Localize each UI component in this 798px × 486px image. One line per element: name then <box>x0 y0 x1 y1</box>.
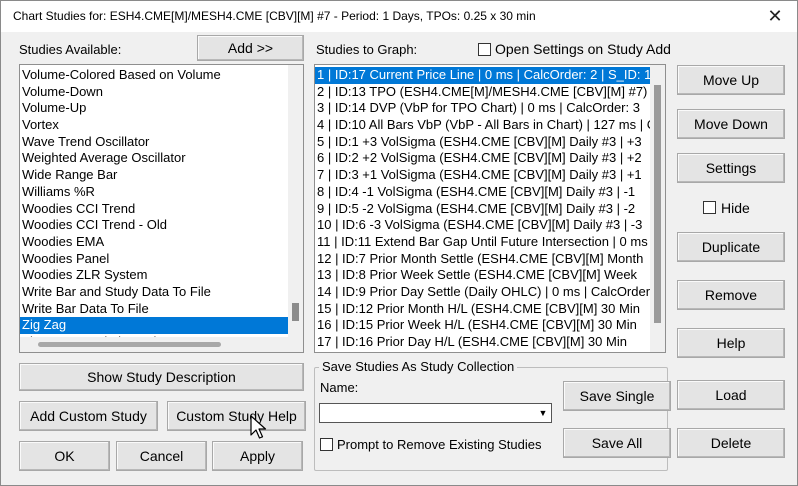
studies-to-graph-list-item[interactable]: 14 | ID:9 Prior Day Settle (Daily OHLC) … <box>315 284 652 301</box>
studies-to-graph-list-item[interactable]: 2 | ID:13 TPO (ESH4.CME[M]/MESH4.CME [CB… <box>315 84 652 101</box>
save-collection-title: Save Studies As Study Collection <box>319 359 518 374</box>
save-single-button[interactable]: Save Single <box>563 381 671 411</box>
studies-to-graph-list-item[interactable]: 15 | ID:12 Prior Month H/L (ESH4.CME [CB… <box>315 301 652 318</box>
collection-name-combo[interactable]: ▼ <box>319 403 552 423</box>
studies-available-list-item[interactable]: Zig Zag <box>20 317 288 334</box>
studies-to-graph-list-item[interactable]: 10 | ID:6 -3 VolSigma (ESH4.CME [CBV][M]… <box>315 217 652 234</box>
vscroll-thumb[interactable] <box>292 303 299 321</box>
studies-to-graph-list[interactable]: 1 | ID:17 Current Price Line | 0 ms | Ca… <box>314 64 666 353</box>
studies-available-list[interactable]: Volume-Colored Based on Volume Volume-Dow… <box>19 64 304 353</box>
studies-available-list-item[interactable]: Wave Trend Oscillator <box>20 134 288 151</box>
studies-available-list-item[interactable]: Woodies Panel <box>20 251 288 268</box>
help-button[interactable]: Help <box>677 328 785 358</box>
studies-to-graph-list-item[interactable]: 4 | ID:10 All Bars VbP (VbP - All Bars i… <box>315 117 656 134</box>
studies-to-graph-list-item[interactable]: 8 | ID:4 -1 VolSigma (ESH4.CME [CBV][M] … <box>315 184 652 201</box>
studies-to-graph-label: Studies to Graph: <box>316 42 418 57</box>
studies-to-graph-list-item[interactable]: 11 | ID:11 Extend Bar Gap Until Future I… <box>315 234 652 251</box>
prompt-remove-label: Prompt to Remove Existing Studies <box>337 437 542 452</box>
studies-available-list-item[interactable]: Vortex <box>20 117 288 134</box>
studies-to-graph-vscrollbar[interactable] <box>650 65 665 352</box>
show-study-description-button[interactable]: Show Study Description <box>19 363 304 391</box>
studies-to-graph-list-item[interactable]: 13 | ID:8 Prior Week Settle (ESH4.CME [C… <box>315 267 652 284</box>
studies-available-list-item[interactable]: Write Bar Data To File <box>20 301 288 318</box>
close-icon[interactable]: ✕ <box>753 1 797 31</box>
studies-to-graph-list-item[interactable]: 17 | ID:16 Prior Day H/L (ESH4.CME [CBV]… <box>315 334 652 351</box>
window-title: Chart Studies for: ESH4.CME[M]/MESH4.CME… <box>13 9 536 23</box>
studies-available-list-item[interactable]: Woodies ZLR System <box>20 267 288 284</box>
apply-button[interactable]: Apply <box>212 441 303 471</box>
studies-available-list-item[interactable]: Volume-Colored Based on Volume <box>20 67 288 84</box>
cancel-button[interactable]: Cancel <box>116 441 207 471</box>
studies-to-graph-list-item[interactable]: 9 | ID:5 -2 VolSigma (ESH4.CME [CBV][M] … <box>315 201 652 218</box>
studies-available-list-item[interactable]: Woodies CCI Trend - Old <box>20 217 288 234</box>
hide-label: Hide <box>721 200 750 216</box>
hide-checkbox[interactable] <box>703 201 716 214</box>
studies-available-list-item[interactable]: Volume-Down <box>20 84 288 101</box>
studies-to-graph-list-item[interactable]: 7 | ID:3 +1 VolSigma (ESH4.CME [CBV][M] … <box>315 167 652 184</box>
studies-to-graph-list-item[interactable]: 5 | ID:1 +3 VolSigma (ESH4.CME [CBV][M] … <box>315 134 652 151</box>
ok-button[interactable]: OK <box>19 441 110 471</box>
studies-available-list-item[interactable]: Williams %R <box>20 184 288 201</box>
studies-available-list-item[interactable]: Write Bar and Study Data To File <box>20 284 288 301</box>
studies-to-graph-list-item[interactable]: 6 | ID:2 +2 VolSigma (ESH4.CME [CBV][M] … <box>315 150 652 167</box>
hscroll-thumb[interactable] <box>38 342 221 347</box>
vscroll-thumb[interactable] <box>654 85 661 323</box>
studies-available-list-item[interactable]: Woodies CCI Trend <box>20 201 288 218</box>
duplicate-button[interactable]: Duplicate <box>677 232 785 262</box>
studies-available-list-item[interactable]: Wide Range Bar <box>20 167 288 184</box>
chevron-down-icon[interactable]: ▼ <box>535 404 551 422</box>
title-bar: Chart Studies for: ESH4.CME[M]/MESH4.CME… <box>1 1 797 32</box>
studies-available-list-item[interactable]: Weighted Average Oscillator <box>20 150 288 167</box>
studies-to-graph-list-item[interactable]: 12 | ID:7 Prior Month Settle (ESH4.CME [… <box>315 251 652 268</box>
move-down-button[interactable]: Move Down <box>677 109 785 139</box>
studies-to-graph-list-item[interactable]: 16 | ID:15 Prior Week H/L (ESH4.CME [CBV… <box>315 317 652 334</box>
open-settings-label: Open Settings on Study Add <box>495 41 671 57</box>
studies-available-list-item[interactable]: Woodies EMA <box>20 234 288 251</box>
mouse-cursor-icon <box>250 415 267 439</box>
studies-to-graph-list-item[interactable]: 1 | ID:17 Current Price Line | 0 ms | Ca… <box>315 67 659 84</box>
prompt-remove-checkbox[interactable] <box>320 438 333 451</box>
settings-button[interactable]: Settings <box>677 153 785 183</box>
add-custom-study-button[interactable]: Add Custom Study <box>19 401 158 431</box>
delete-button[interactable]: Delete <box>677 428 785 458</box>
load-button[interactable]: Load <box>677 380 785 410</box>
custom-study-help-button[interactable]: Custom Study Help <box>167 401 306 431</box>
remove-button[interactable]: Remove <box>677 280 785 310</box>
open-settings-checkbox[interactable] <box>478 43 491 56</box>
chart-studies-dialog: Chart Studies for: ESH4.CME[M]/MESH4.CME… <box>0 0 798 486</box>
studies-to-graph-list-item[interactable]: 3 | ID:14 DVP (VbP for TPO Chart) | 0 ms… <box>315 100 652 117</box>
move-up-button[interactable]: Move Up <box>677 65 785 95</box>
save-all-button[interactable]: Save All <box>563 428 671 458</box>
studies-available-label: Studies Available: <box>19 42 122 57</box>
studies-available-vscrollbar[interactable] <box>288 65 303 337</box>
add-study-button[interactable]: Add >> <box>197 35 304 61</box>
studies-available-list-item[interactable]: Volume-Up <box>20 100 288 117</box>
collection-name-label: Name: <box>320 380 359 395</box>
studies-available-hscrollbar[interactable] <box>20 337 303 352</box>
